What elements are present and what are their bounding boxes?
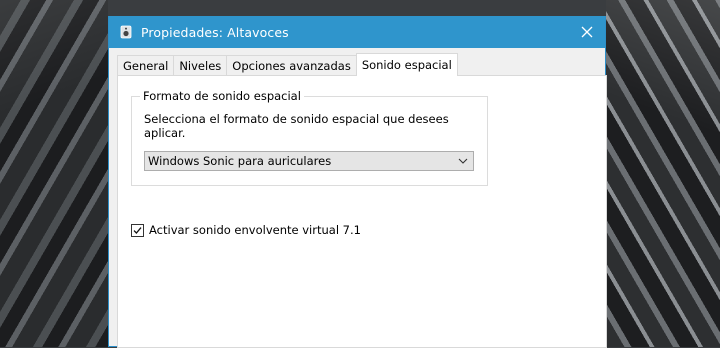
desktop-background-right bbox=[606, 0, 720, 347]
properties-dialog: Propiedades: Altavoces General Niveles O… bbox=[108, 16, 607, 348]
tab-niveles[interactable]: Niveles bbox=[173, 55, 228, 76]
virtual-surround-row[interactable]: Activar sonido envolvente virtual 7.1 bbox=[131, 223, 361, 237]
group-description: Selecciona el formato de sonido espacial… bbox=[144, 112, 449, 140]
spatial-format-dropdown[interactable]: Windows Sonic para auriculares bbox=[144, 151, 474, 171]
title-bar[interactable]: Propiedades: Altavoces bbox=[109, 16, 605, 48]
check-icon bbox=[133, 226, 142, 234]
close-icon bbox=[581, 26, 593, 38]
spatial-format-group: Formato de sonido espacial Selecciona el… bbox=[131, 89, 488, 186]
window-title: Propiedades: Altavoces bbox=[141, 24, 289, 40]
tab-sonido-espacial[interactable]: Sonido espacial bbox=[355, 53, 458, 76]
virtual-surround-checkbox[interactable] bbox=[131, 223, 144, 237]
desktop-background-left bbox=[0, 0, 108, 347]
group-title: Formato de sonido espacial bbox=[140, 89, 304, 103]
close-button[interactable] bbox=[569, 16, 605, 48]
virtual-surround-label: Activar sonido envolvente virtual 7.1 bbox=[149, 223, 361, 237]
chevron-down-icon bbox=[457, 153, 469, 169]
tab-general[interactable]: General bbox=[117, 55, 175, 76]
tab-opciones-avanzadas[interactable]: Opciones avanzadas bbox=[226, 55, 357, 76]
tab-panel: Formato de sonido espacial Selecciona el… bbox=[117, 75, 607, 348]
speaker-icon bbox=[119, 25, 133, 39]
tab-strip: General Niveles Opciones avanzadas Sonid… bbox=[117, 53, 458, 76]
dropdown-value: Windows Sonic para auriculares bbox=[148, 154, 332, 168]
